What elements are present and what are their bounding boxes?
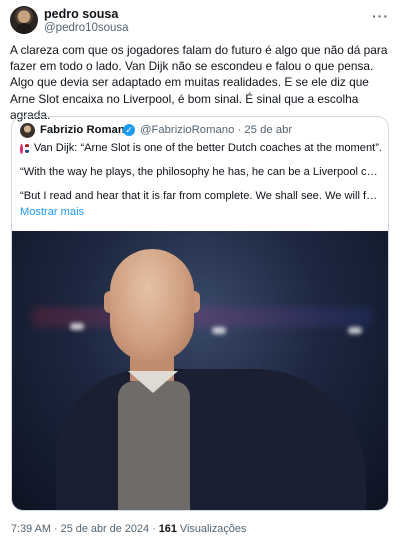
quoted-line-2: “With the way he plays, the philosophy h… xyxy=(20,166,382,178)
timestamp[interactable]: 7:39 AM · 25 de abr de 2024 · xyxy=(11,523,159,535)
netherlands-flag-icon xyxy=(24,144,29,153)
quoted-photo[interactable] xyxy=(12,231,388,510)
author-name[interactable]: pedro sousa xyxy=(44,7,118,21)
tweet-text: A clareza com que os jogadores falam do … xyxy=(10,43,388,122)
more-options-icon[interactable]: ··· xyxy=(372,8,389,24)
person-head xyxy=(110,249,194,361)
sweater xyxy=(118,381,190,510)
verified-badge-icon: ✓ xyxy=(123,124,135,136)
quoted-tweet-body: Van Dijk: “Arne Slot is one of the bette… xyxy=(20,141,382,220)
coat xyxy=(56,369,366,510)
quoted-avatar[interactable] xyxy=(20,123,35,138)
quoted-tweet[interactable]: Fabrizio Romano ✓ @FabrizioRomano · 25 d… xyxy=(11,116,389,511)
views-label: Visualizações xyxy=(176,523,247,535)
show-more-link[interactable]: Mostrar mais xyxy=(20,205,382,220)
author-handle[interactable]: @pedro10sousa xyxy=(44,22,129,34)
tweet-header: pedro sousa @pedro10sousa ··· xyxy=(10,6,391,36)
tweet-meta: 7:39 AM · 25 de abr de 2024 · 161 Visual… xyxy=(11,523,246,535)
quoted-handle-date: @FabrizioRomano · 25 de abr xyxy=(140,124,293,136)
quoted-line-1: Van Dijk: “Arne Slot is one of the bette… xyxy=(33,142,382,154)
quoted-line-3: “But I read and hear that it is far from… xyxy=(20,190,382,202)
quoted-author-name[interactable]: Fabrizio Romano xyxy=(40,124,132,136)
views-count: 161 xyxy=(158,523,177,535)
quoted-tweet-header: Fabrizio Romano ✓ @FabrizioRomano · 25 d… xyxy=(20,123,380,139)
avatar[interactable] xyxy=(10,6,38,34)
football-icon xyxy=(20,143,23,154)
